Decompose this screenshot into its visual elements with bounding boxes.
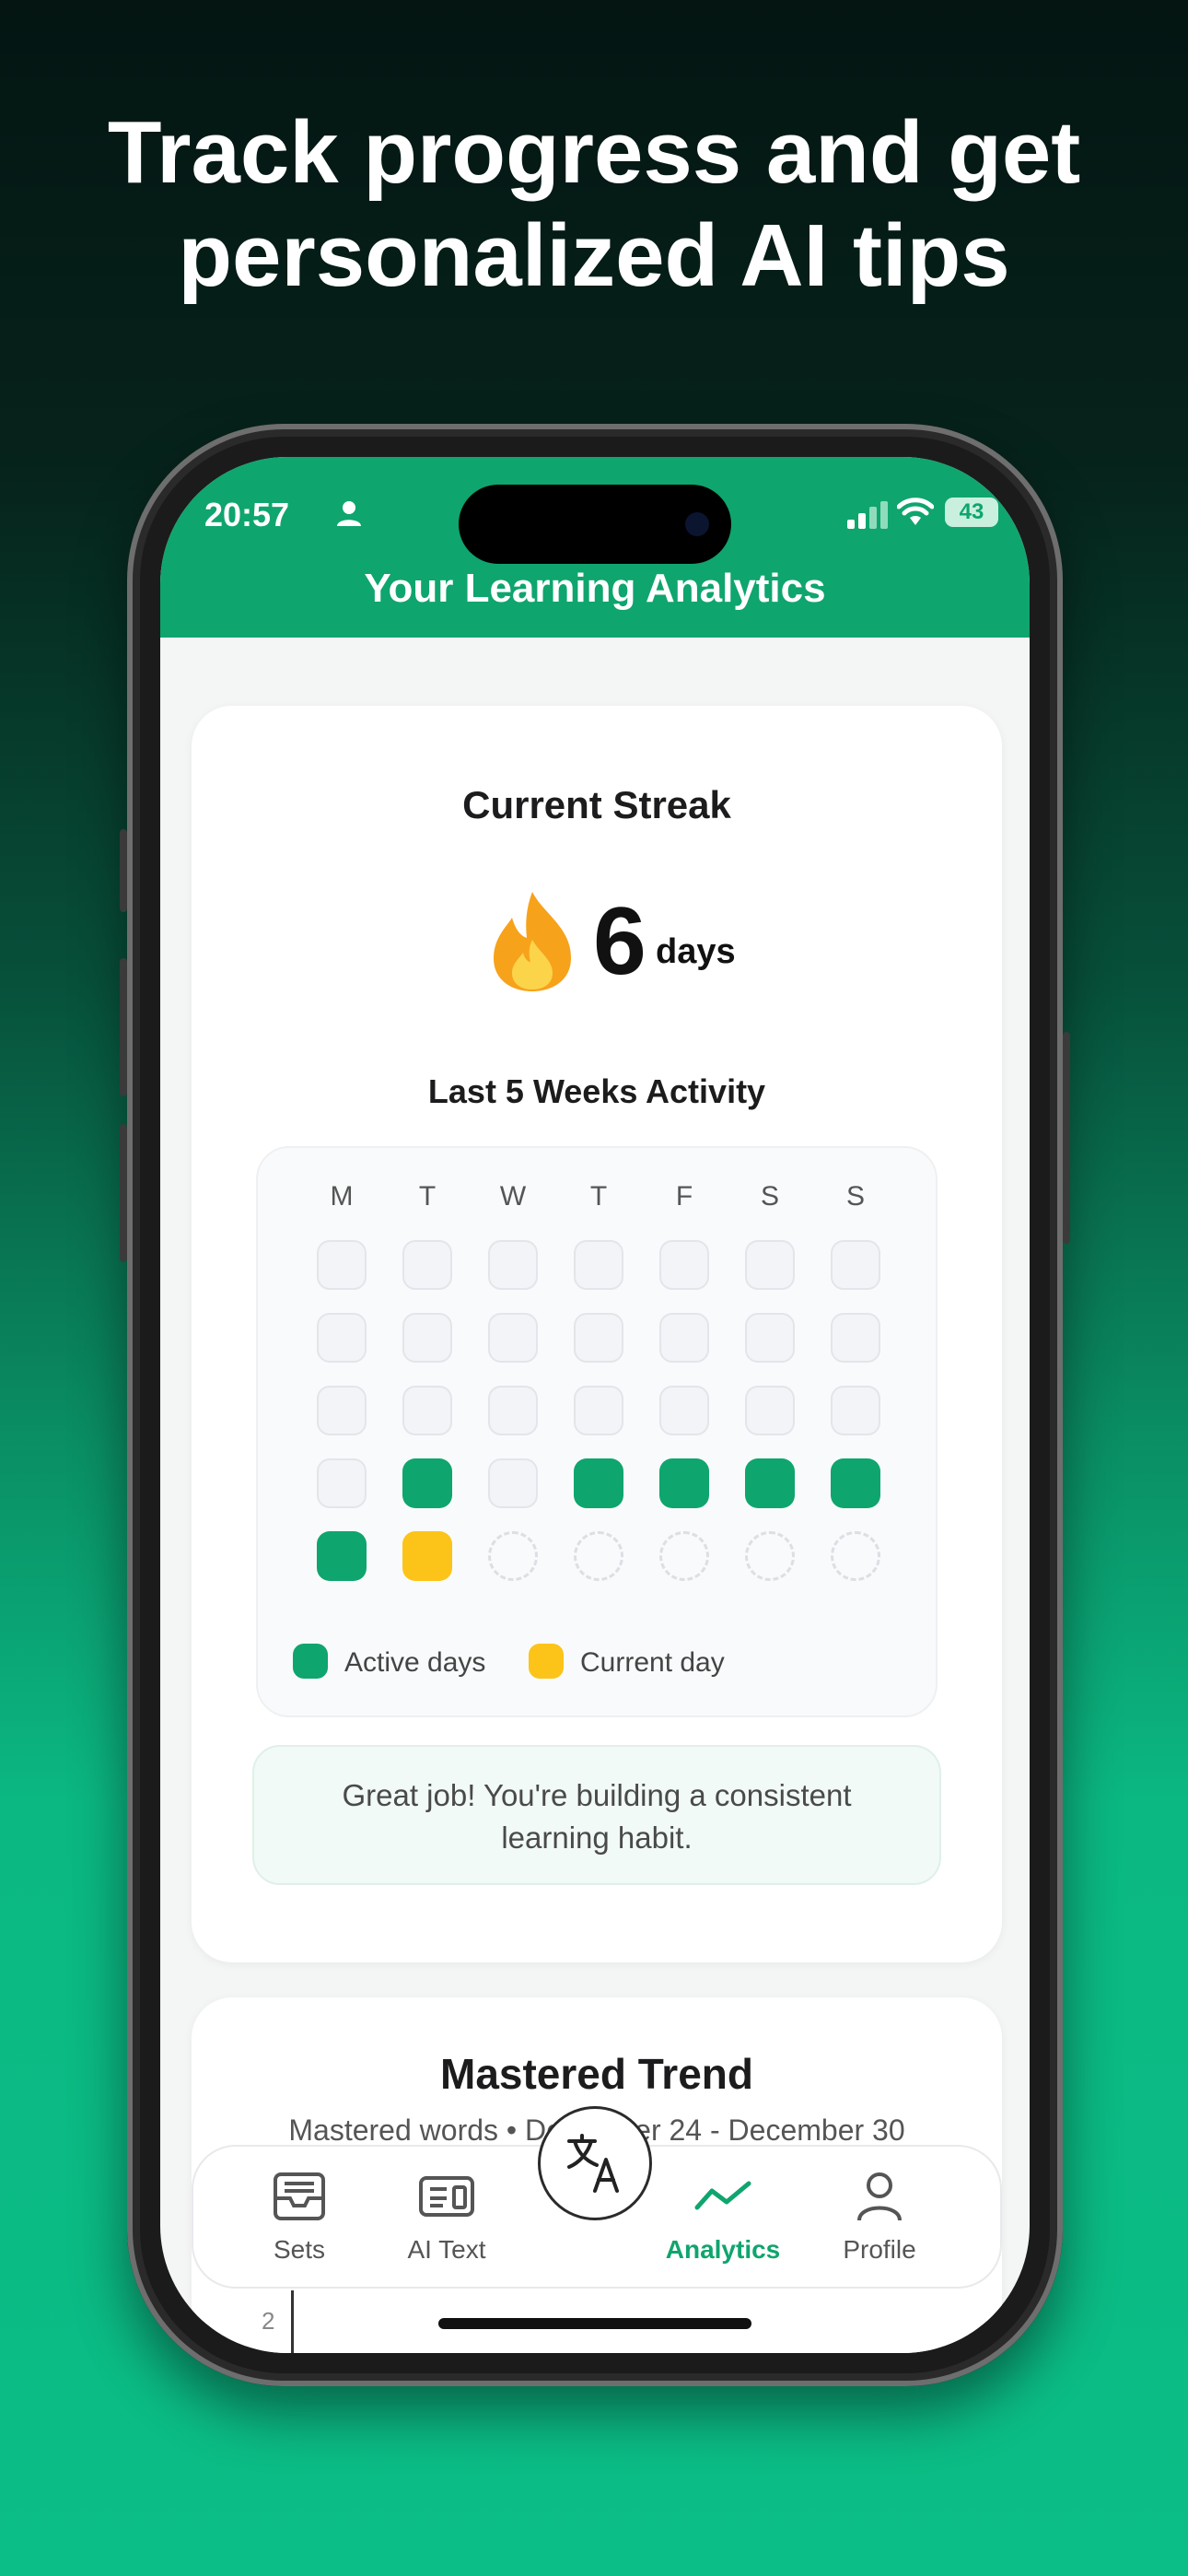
tab-sets[interactable]: Sets (230, 2171, 368, 2265)
day-cell-active (402, 1458, 452, 1508)
camera-dot (685, 512, 709, 536)
streak-count: 6 (593, 888, 646, 995)
day-header: T (418, 1181, 437, 1212)
day-cell-empty (402, 1240, 452, 1290)
phone-screen: 20:57 43 Your Learning Analytics Current… (160, 457, 1030, 2353)
tab-analytics-label: Analytics (665, 2235, 781, 2264)
day-cell-future (745, 1531, 795, 1581)
day-cell-empty (488, 1240, 538, 1290)
trend-line-icon (694, 2181, 751, 2210)
day-cell-active (745, 1458, 795, 1508)
day-cell-current (402, 1531, 452, 1581)
tab-sets-label: Sets (273, 2235, 326, 2264)
day-cell-empty (488, 1458, 538, 1508)
day-cell-empty (831, 1313, 880, 1363)
home-indicator (438, 2318, 751, 2329)
current-legend-label: Current day (580, 1647, 725, 1678)
day-header: F (675, 1181, 693, 1212)
day-cell-active (317, 1531, 367, 1581)
day-cell-empty (831, 1240, 880, 1290)
headline-line-2: personalized AI tips (178, 206, 1010, 305)
day-header: M (330, 1181, 354, 1212)
cellular-signal-icon (847, 501, 888, 529)
active-legend-label: Active days (344, 1647, 486, 1678)
headline-line-1: Track progress and get (107, 103, 1081, 202)
power-button (1063, 1032, 1070, 1244)
day-cell-empty (402, 1313, 452, 1363)
day-header: S (760, 1181, 779, 1212)
trend-title: Mastered Trend (440, 2050, 753, 2098)
battery-indicator: 43 (945, 498, 998, 527)
day-header: T (589, 1181, 608, 1212)
day-cell-empty (402, 1386, 452, 1435)
translate-button[interactable] (538, 2106, 652, 2220)
page-title: Your Learning Analytics (364, 566, 826, 611)
day-cell-active (659, 1458, 709, 1508)
message-line-1: Great job! You're building a consistent (342, 1778, 852, 1812)
person-icon (857, 2172, 902, 2221)
promo-headline: Track progress and get personalized AI t… (0, 101, 1188, 308)
encouragement-message: Great job! You're building a consistent … (252, 1745, 941, 1885)
streak-card: Current Streak 6 days Last 5 Weeks Activ… (192, 706, 1002, 1962)
tab-profile[interactable]: Profile (810, 2171, 949, 2265)
day-cell-empty (574, 1386, 623, 1435)
activity-title: Last 5 Weeks Activity (427, 1072, 766, 1110)
chart-y-axis (291, 2290, 294, 2353)
streak-unit: days (656, 932, 736, 971)
tab-profile-label: Profile (843, 2235, 916, 2264)
volume-down-button (120, 1124, 127, 1262)
active-legend-swatch (293, 1644, 328, 1679)
text-document-icon (419, 2176, 474, 2217)
day-cell-empty (488, 1313, 538, 1363)
inbox-tray-icon (274, 2172, 325, 2220)
streak-title: Current Streak (462, 783, 731, 826)
phone-frame: 20:57 43 Your Learning Analytics Current… (120, 424, 1070, 2386)
tab-analytics[interactable]: Analytics (654, 2171, 792, 2265)
day-header: W (499, 1181, 527, 1212)
flame-icon (494, 892, 571, 991)
wifi-icon (897, 498, 934, 525)
tab-ai-text-label: AI Text (407, 2235, 486, 2264)
dynamic-island (459, 485, 731, 564)
day-header: S (845, 1181, 865, 1212)
day-cell-empty (317, 1313, 367, 1363)
day-cell-active (574, 1458, 623, 1508)
day-cell-future (574, 1531, 623, 1581)
current-legend-swatch (529, 1644, 564, 1679)
day-cell-empty (574, 1240, 623, 1290)
person-status-icon (337, 501, 361, 526)
chart-axis-tick: 2 (262, 2307, 275, 2335)
activity-calendar: M T W T F S S Active days Current day (256, 1146, 938, 1717)
day-cell-empty (574, 1313, 623, 1363)
day-cell-empty (317, 1458, 367, 1508)
day-cell-empty (831, 1386, 880, 1435)
day-cell-future (659, 1531, 709, 1581)
day-cell-future (488, 1531, 538, 1581)
day-cell-empty (745, 1313, 795, 1363)
day-cell-future (831, 1531, 880, 1581)
day-cell-empty (317, 1386, 367, 1435)
volume-up-button (120, 958, 127, 1096)
message-line-2: learning habit. (501, 1821, 693, 1855)
day-cell-empty (745, 1386, 795, 1435)
day-cell-active (831, 1458, 880, 1508)
translate-icon (567, 2134, 619, 2193)
action-button (120, 829, 127, 912)
tab-ai-text[interactable]: AI Text (378, 2171, 516, 2265)
app-header: 20:57 43 Your Learning Analytics (160, 457, 1030, 638)
day-cell-empty (488, 1386, 538, 1435)
status-time: 20:57 (204, 496, 290, 533)
day-cell-empty (659, 1386, 709, 1435)
day-cell-empty (659, 1240, 709, 1290)
day-cell-empty (745, 1240, 795, 1290)
day-cell-empty (659, 1313, 709, 1363)
day-cell-empty (317, 1240, 367, 1290)
